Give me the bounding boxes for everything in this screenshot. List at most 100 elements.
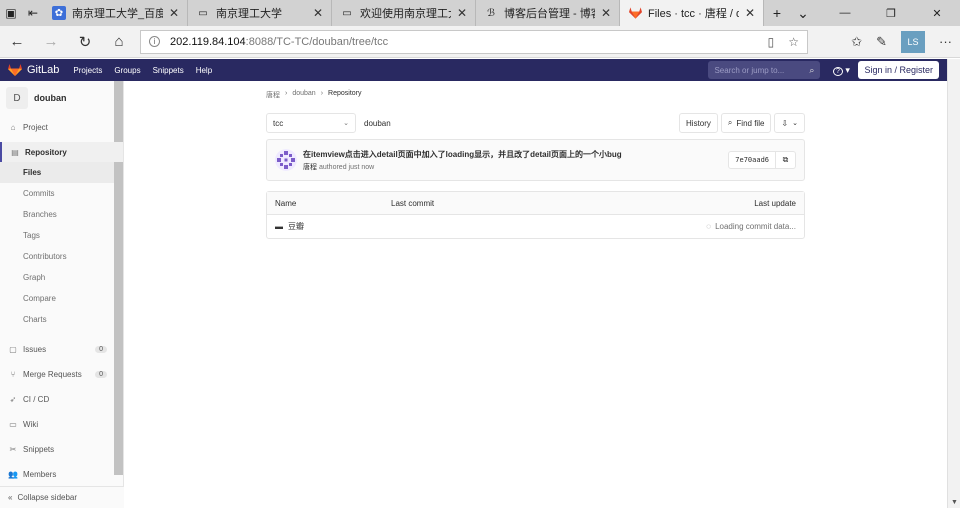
merge-icon: ⑂ <box>10 370 16 379</box>
sidebar-item-wiki[interactable]: ▭ Wiki <box>0 412 123 437</box>
branch-select[interactable]: tcc ⌄ <box>266 113 356 133</box>
refresh-icon[interactable]: ↻ <box>68 26 102 58</box>
commit-sha[interactable]: 7e70aad6 <box>728 151 776 169</box>
download-dropdown[interactable]: ⇩ ⌄ <box>774 113 805 133</box>
info-icon[interactable]: i <box>149 36 160 47</box>
breadcrumb-current[interactable]: Repository <box>328 90 361 100</box>
url-path: :8088/TC-TC/douban/tree/tcc <box>245 35 389 48</box>
url-input[interactable]: i 202.119.84.104:8088/TC-TC/douban/tree/… <box>140 29 808 54</box>
sidebar-item-label: Members <box>23 470 57 479</box>
help-dropdown[interactable]: ? ▾ <box>830 65 852 76</box>
sidebar-sub-compare[interactable]: Compare <box>0 288 123 309</box>
more-icon[interactable]: ··· <box>939 34 952 49</box>
sidebar-item-issues[interactable]: ▢ Issues 0 <box>0 337 123 362</box>
home-icon: ⌂ <box>10 122 16 132</box>
nav-projects[interactable]: Projects <box>73 66 102 75</box>
sidebar-sub-charts[interactable]: Charts <box>0 309 123 330</box>
search-icon: ⌕ <box>809 64 815 75</box>
find-file-button[interactable]: ⌕ Find file <box>720 113 772 133</box>
sidebar-item-label: Issues <box>23 345 47 354</box>
main-content: 唐程 › douban › Repository tcc ⌄ douban Hi… <box>124 81 947 508</box>
close-icon[interactable]: ✕ <box>745 6 755 20</box>
browser-tab-3[interactable]: ▭ 欢迎使用南京理工大学SSL ✕ <box>332 0 476 26</box>
repo-path[interactable]: douban <box>364 119 391 128</box>
page-scrollbar[interactable]: ▼ <box>947 59 960 508</box>
window-controls: — ❐ ✕ <box>822 0 960 26</box>
sidebar-sub-tags[interactable]: Tags <box>0 225 123 246</box>
sidebar-item-snippets[interactable]: ✂ Snippets <box>0 437 123 462</box>
new-tab-icon[interactable]: + <box>764 0 790 26</box>
chevron-down-icon[interactable]: ⌄ <box>790 0 816 26</box>
users-icon: 👥 <box>8 470 18 479</box>
project-name: douban <box>34 93 67 103</box>
search-input[interactable]: Search or jump to... ⌕ <box>708 61 821 79</box>
browser-tab-2[interactable]: ▭ 南京理工大学 ✕ <box>188 0 332 26</box>
wiki-icon: ▭ <box>9 420 17 429</box>
sidebar-sub-commits[interactable]: Commits <box>0 183 123 204</box>
browser-tab-1[interactable]: ✿ 南京理工大学_百度搜索 ✕ <box>44 0 188 26</box>
browser-tab-4[interactable]: ℬ 博客后台管理 - 博客园 ✕ <box>476 0 620 26</box>
reading-view-icon[interactable]: ▯ <box>768 35 775 49</box>
sidebar-item-ci-cd[interactable]: ➶ CI / CD <box>0 387 123 412</box>
breadcrumb-project[interactable]: douban <box>292 90 315 100</box>
set-aside-tabs-icon[interactable]: ⇤ <box>22 0 44 26</box>
logo-text: GitLab <box>27 64 60 76</box>
issues-icon: ▢ <box>9 345 17 354</box>
tab-label: 南京理工大学 <box>216 8 282 20</box>
chevron-down-icon[interactable]: ▼ <box>951 499 958 506</box>
forward-icon[interactable]: → <box>34 26 68 58</box>
help-icon: ? <box>832 66 843 76</box>
browser-tab-5[interactable]: Files · tcc · 唐程 / douban ✕ <box>620 0 764 26</box>
file-tree-table: Name Last commit Last update ▬ 豆瓣 ◌ Load… <box>266 191 805 239</box>
home-icon[interactable]: ⌂ <box>102 26 136 58</box>
nav-help[interactable]: Help <box>196 66 212 75</box>
favorites-list-icon[interactable]: ✩ <box>851 34 862 50</box>
copy-icon[interactable]: ⧉ <box>776 151 796 169</box>
gitlab-logo[interactable]: GitLab <box>8 64 59 76</box>
gitlab-fox-icon <box>8 64 22 76</box>
restore-icon[interactable]: ❐ <box>868 0 914 26</box>
back-icon[interactable]: ← <box>0 26 34 58</box>
sidebar-item-members[interactable]: 👥 Members <box>0 462 123 487</box>
commit-author[interactable]: 唐程 <box>303 164 317 171</box>
folder-icon: ▬ <box>275 222 283 231</box>
close-icon[interactable]: ✕ <box>601 6 611 20</box>
signin-button[interactable]: Sign in / Register <box>858 61 939 79</box>
tree-item-folder[interactable]: ▬ 豆瓣 <box>275 221 304 232</box>
sidebar-sub-contributors[interactable]: Contributors <box>0 246 123 267</box>
sidebar-sub-branches[interactable]: Branches <box>0 204 123 225</box>
collapse-label: Collapse sidebar <box>17 493 78 502</box>
sidebar-item-merge-requests[interactable]: ⑂ Merge Requests 0 <box>0 362 123 387</box>
sidebar-sub-graph[interactable]: Graph <box>0 267 123 288</box>
minimize-icon[interactable]: — <box>822 0 868 26</box>
sidebar-item-project[interactable]: ⌂ Project <box>0 117 123 137</box>
tab-label: 南京理工大学_百度搜索 <box>72 8 163 20</box>
commit-message[interactable]: 在itemview点击进入detail页面中加入了loading显示，并且改了d… <box>303 149 622 160</box>
pen-icon[interactable]: ✎ <box>876 34 887 50</box>
nav-groups[interactable]: Groups <box>114 66 140 75</box>
sidebar-sub-files[interactable]: Files <box>0 162 123 183</box>
history-button[interactable]: History <box>679 113 718 133</box>
top-nav: Projects Groups Snippets Help <box>73 66 212 75</box>
sidebar-project[interactable]: D douban <box>0 81 123 115</box>
close-window-icon[interactable]: ✕ <box>914 0 960 26</box>
tab-actions-icon[interactable]: ▣ <box>0 0 22 26</box>
close-icon[interactable]: ✕ <box>169 6 179 20</box>
chevron-down-icon: ⌄ <box>792 120 798 127</box>
search-icon: ⌕ <box>727 118 733 127</box>
sidebar-item-label: Repository <box>25 147 67 157</box>
close-icon[interactable]: ✕ <box>313 6 323 20</box>
tab-label: Files · tcc · 唐程 / douban <box>648 8 739 20</box>
breadcrumb-owner[interactable]: 唐程 <box>266 90 280 100</box>
nav-snippets[interactable]: Snippets <box>153 66 184 75</box>
favorite-star-icon[interactable]: ☆ <box>788 35 799 49</box>
col-name: Name <box>275 198 297 208</box>
collapse-sidebar-button[interactable]: « Collapse sidebar <box>0 486 124 508</box>
commit-author-avatar[interactable] <box>275 149 297 171</box>
close-icon[interactable]: ✕ <box>457 6 467 20</box>
profile-avatar[interactable]: LS <box>901 30 925 53</box>
table-row[interactable]: ▬ 豆瓣 ◌ Loading commit data... <box>267 215 804 238</box>
sidebar-item-repository[interactable]: ▤ Repository <box>0 142 123 162</box>
page-icon: ▭ <box>342 7 352 19</box>
paw-icon: ✿ <box>52 6 66 20</box>
